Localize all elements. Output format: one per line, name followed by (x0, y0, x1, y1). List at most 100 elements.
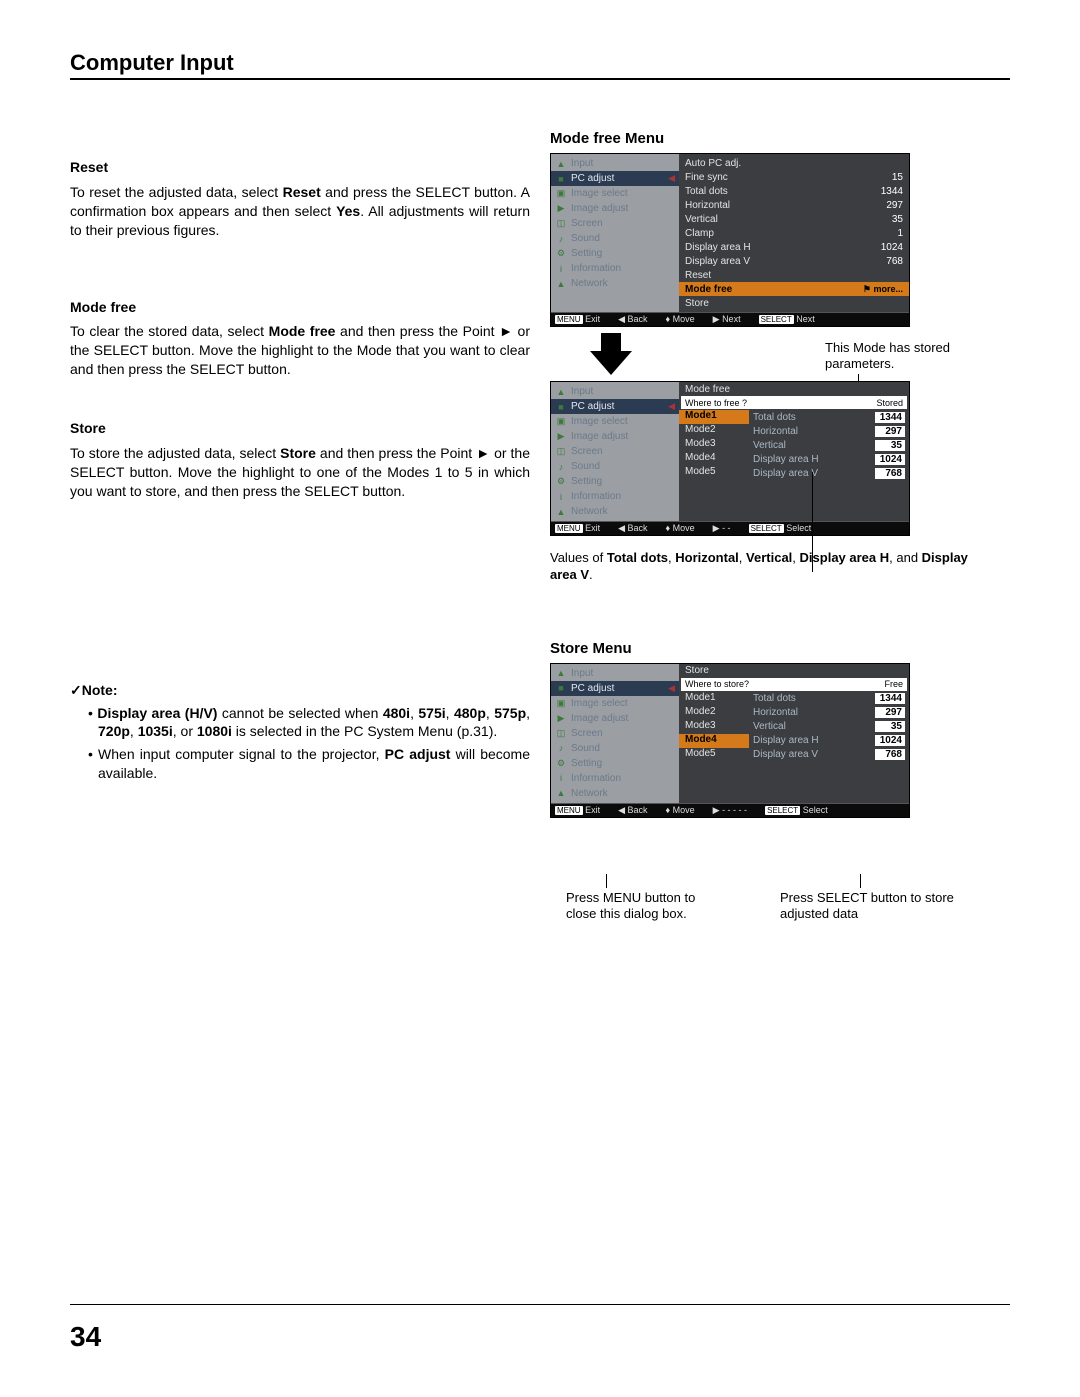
osd-sidebar-item[interactable]: ▲Network (551, 786, 679, 801)
osd-sidebar-label: Setting (571, 758, 602, 769)
osd-row[interactable]: Clamp1 (679, 226, 909, 240)
osd-sidebar-item[interactable]: ▶Image adjust (551, 711, 679, 726)
callout-press-menu: Press MENU button to close this dialog b… (566, 890, 726, 923)
osd-sidebar-item[interactable]: ◫Screen (551, 216, 679, 231)
note-heading: ✓Note: (70, 681, 530, 700)
osd-sidebar: ▲Input■PC adjust▣Image select▶Image adju… (551, 382, 679, 521)
osd-sidebar-item[interactable]: iInformation (551, 771, 679, 786)
osd-sidebar-item[interactable]: ▲Network (551, 504, 679, 519)
osd-footer: MENU Exit ◀ Back ♦ Move ▶ Next SELECT Ne… (551, 312, 909, 326)
osd-sidebar-label: Screen (571, 728, 603, 739)
osd-mode-item[interactable]: Mode2 (679, 706, 749, 720)
menu-icon: ⚙ (555, 476, 567, 487)
osd-row[interactable]: Total dots1344 (679, 184, 909, 198)
menu-icon: ▲ (555, 158, 567, 169)
osd-sidebar-label: Information (571, 263, 621, 274)
osd-sidebar-item[interactable]: ▲Input (551, 666, 679, 681)
osd-row[interactable]: Display area V768 (679, 254, 909, 268)
menu-icon: ◫ (555, 728, 567, 739)
reset-paragraph: To reset the adjusted data, select Reset… (70, 183, 530, 240)
osd-sidebar-item[interactable]: ▲Input (551, 156, 679, 171)
osd-row[interactable]: Display area H1024 (679, 240, 909, 254)
osd-sidebar-label: Input (571, 668, 593, 679)
osd-mode-item[interactable]: Mode1 (679, 410, 749, 424)
osd-sidebar-label: Image select (571, 698, 628, 709)
menu-icon: ■ (555, 173, 567, 184)
body-text-column: Reset To reset the adjusted data, select… (70, 130, 530, 818)
osd-sidebar-item[interactable]: ▣Image select (551, 186, 679, 201)
osd-sidebar-item[interactable]: iInformation (551, 261, 679, 276)
osd-footer: MENU Exit ◀ Back ♦ Move ▶ - - SELECT Sel… (551, 521, 909, 535)
osd-mode-item[interactable]: Mode4 (679, 734, 749, 748)
osd-sidebar-label: Sound (571, 233, 600, 244)
osd-sidebar-label: Network (571, 278, 608, 289)
osd-sidebar-item[interactable]: ◫ Screen (551, 726, 679, 741)
osd-sidebar-item[interactable]: ▣Image select (551, 414, 679, 429)
osd-footer: MENU Exit ◀ Back ♦ Move ▶ - - - - - SELE… (551, 803, 909, 817)
osd-row[interactable]: Reset (679, 268, 909, 282)
osd-sidebar-item[interactable]: ⚙Setting (551, 246, 679, 261)
osd-mode-item[interactable]: Mode5 (679, 748, 749, 762)
arrow-down-icon (590, 333, 632, 375)
callout-press-select: Press SELECT button to store adjusted da… (780, 890, 970, 923)
callout-values: Values of Total dots, Horizontal, Vertic… (550, 550, 990, 584)
osd-param-row: Vertical35 (749, 438, 909, 452)
osd-row[interactable]: Vertical35 (679, 212, 909, 226)
osd-sidebar-label: Image select (571, 188, 628, 199)
osd-sidebar-label: Image adjust (571, 713, 628, 724)
osd-sidebar-item[interactable]: ⚙Setting (551, 756, 679, 771)
figures-column: Mode free Menu ▲Input■PC adjust▣Image se… (550, 130, 990, 818)
osd-mode-item[interactable]: Mode1 (679, 692, 749, 706)
osd-sidebar-item[interactable]: ♪Sound (551, 459, 679, 474)
osd-row[interactable]: Horizontal297 (679, 198, 909, 212)
modefree-menu-heading: Mode free Menu (550, 130, 990, 147)
note-list: Display area (H/V) cannot be selected wh… (70, 704, 530, 784)
osd-param-row: Display area H1024 (749, 452, 909, 466)
osd-param-row: Vertical35 (749, 720, 909, 734)
menu-icon: ▲ (555, 788, 567, 799)
osd-row-modefree[interactable]: Mode free ⚑ more... (679, 282, 909, 296)
osd-row[interactable]: Auto PC adj. (679, 156, 909, 170)
osd-row-store[interactable]: Store (679, 296, 909, 310)
osd-sidebar-item[interactable]: ■PC adjust (551, 399, 679, 414)
menu-icon: ▲ (555, 278, 567, 289)
menu-icon: i (555, 773, 567, 784)
osd-sidebar-item[interactable]: ■ PC adjust (551, 171, 679, 186)
osd-param-row: Total dots1344 (749, 692, 909, 706)
osd-mode-item[interactable]: Mode3 (679, 720, 749, 734)
osd-sidebar-item[interactable]: ♪Sound (551, 231, 679, 246)
osd-sidebar-label: Image adjust (571, 431, 628, 442)
menu-icon: ◫ (555, 446, 567, 457)
osd-panel-modefree: ▲Input■PC adjust▣Image select▶Image adju… (550, 381, 910, 536)
store-paragraph: To store the adjusted data, select Store… (70, 444, 530, 501)
osd-param-row: Total dots1344 (749, 410, 909, 424)
osd-sidebar-item[interactable]: ▲Input (551, 384, 679, 399)
osd-sidebar-item[interactable]: ■PC adjust (551, 681, 679, 696)
menu-icon: ♪ (555, 461, 567, 472)
osd-sidebar-item[interactable]: ▶Image adjust (551, 201, 679, 216)
osd-row[interactable]: Fine sync15 (679, 170, 909, 184)
osd-param-row: Display area V768 (749, 748, 909, 762)
osd-sidebar-label: Information (571, 491, 621, 502)
osd-sidebar-item[interactable]: ♪Sound (551, 741, 679, 756)
osd-mode-item[interactable]: Mode3 (679, 438, 749, 452)
osd-mode-item[interactable]: Mode2 (679, 424, 749, 438)
osd-sidebar-item[interactable]: ⚙Setting (551, 474, 679, 489)
osd-mode-item[interactable]: Mode5 (679, 466, 749, 480)
osd-sidebar-item[interactable]: ◫Screen (551, 444, 679, 459)
osd-sidebar-item[interactable]: ▣Image select (551, 696, 679, 711)
page-number: 34 (70, 1321, 101, 1353)
modefree-paragraph: To clear the stored data, select Mode fr… (70, 322, 530, 379)
osd-param-row: Horizontal297 (749, 706, 909, 720)
osd-mode-item[interactable]: Mode4 (679, 452, 749, 466)
osd-sidebar-label: Image adjust (571, 203, 628, 214)
osd-sidebar-item[interactable]: ▶Image adjust (551, 429, 679, 444)
osd-sidebar-label: PC adjust (571, 173, 614, 184)
store-heading: Store (70, 419, 530, 438)
osd-panel-store: ▲Input■PC adjust▣Image select▶Image adju… (550, 663, 910, 818)
osd-sidebar-label: PC adjust (571, 401, 614, 412)
osd-sidebar-item[interactable]: ▲ Network (551, 276, 679, 291)
osd-sidebar-label: Network (571, 506, 608, 517)
osd-sidebar-label: Image select (571, 416, 628, 427)
osd-sidebar-item[interactable]: iInformation (551, 489, 679, 504)
